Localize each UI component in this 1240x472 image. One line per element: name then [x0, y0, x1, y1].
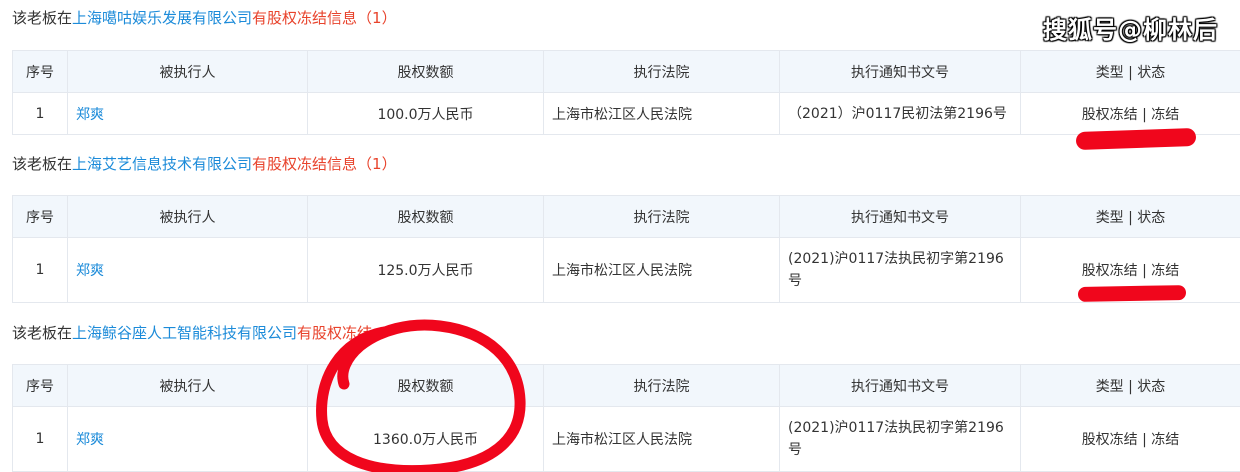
header-notice: 执行通知书文号	[779, 195, 1021, 238]
company-link[interactable]: 上海鲸谷座人工智能科技有限公司	[72, 324, 297, 342]
header-type-status: 类型 | 状态	[1020, 50, 1240, 93]
red-underline-annotation	[1077, 285, 1187, 302]
heading-count: （1）	[357, 155, 397, 173]
header-type-status: 类型 | 状态	[1020, 195, 1240, 238]
section-1-heading: 该老板在上海噶咕娱乐发展有限公司有股权冻结信息（1）	[12, 8, 397, 28]
red-underline-annotation	[1075, 127, 1197, 151]
section-2-heading: 该老板在上海艾艺信息技术有限公司有股权冻结信息（1）	[12, 154, 397, 174]
cell-court: 上海市松江区人民法院	[543, 406, 780, 472]
equity-freeze-table-3: 序号 被执行人 股权数额 执行法院 执行通知书文号 类型 | 状态 1 郑爽 1…	[12, 364, 1240, 472]
header-court: 执行法院	[543, 364, 780, 407]
header-court: 执行法院	[543, 50, 780, 93]
table-header-row: 序号 被执行人 股权数额 执行法院 执行通知书文号 类型 | 状态	[12, 364, 1240, 407]
header-amount: 股权数额	[307, 364, 544, 407]
cell-type-status: 股权冻结 | 冻结	[1020, 406, 1240, 472]
header-index: 序号	[12, 50, 68, 93]
cell-court: 上海市松江区人民法院	[543, 237, 780, 303]
cell-court: 上海市松江区人民法院	[543, 92, 780, 135]
person-link[interactable]: 郑爽	[76, 107, 104, 123]
table-row: 1 郑爽 125.0万人民币 上海市松江区人民法院 (2021)沪0117法执民…	[12, 237, 1240, 303]
cell-type-status: 股权冻结 | 冻结	[1020, 92, 1240, 135]
cell-notice: (2021)沪0117法执民初字第2196号	[779, 406, 1021, 472]
header-person: 被执行人	[67, 195, 308, 238]
person-link[interactable]: 郑爽	[76, 432, 104, 448]
company-link[interactable]: 上海噶咕娱乐发展有限公司	[72, 9, 252, 27]
heading-suffix: 有股权冻结	[297, 324, 373, 342]
heading-prefix: 该老板在	[12, 324, 73, 342]
person-link[interactable]: 郑爽	[76, 263, 104, 279]
heading-suffix: 有股权冻结信息	[252, 9, 358, 27]
table-row: 1 郑爽 100.0万人民币 上海市松江区人民法院 （2021）沪0117民初法…	[12, 92, 1240, 135]
heading-suffix: 有股权冻结信息	[252, 155, 358, 173]
section-3-heading: 该老板在上海鲸谷座人工智能科技有限公司有股权冻结	[12, 323, 372, 343]
header-index: 序号	[12, 364, 68, 407]
header-person: 被执行人	[67, 364, 308, 407]
cell-amount: 1360.0万人民币	[307, 406, 544, 472]
header-notice: 执行通知书文号	[779, 364, 1021, 407]
cell-person: 郑爽	[67, 406, 308, 472]
header-index: 序号	[12, 195, 68, 238]
cell-index: 1	[12, 406, 68, 472]
table-header-row: 序号 被执行人 股权数额 执行法院 执行通知书文号 类型 | 状态	[12, 50, 1240, 93]
heading-prefix: 该老板在	[12, 155, 73, 173]
cell-amount: 125.0万人民币	[307, 237, 544, 303]
header-type-status: 类型 | 状态	[1020, 364, 1240, 407]
header-notice: 执行通知书文号	[779, 50, 1021, 93]
company-link[interactable]: 上海艾艺信息技术有限公司	[72, 155, 252, 173]
cell-index: 1	[12, 92, 68, 135]
table-row: 1 郑爽 1360.0万人民币 上海市松江区人民法院 (2021)沪0117法执…	[12, 406, 1240, 472]
table-header-row: 序号 被执行人 股权数额 执行法院 执行通知书文号 类型 | 状态	[12, 195, 1240, 238]
header-amount: 股权数额	[307, 50, 544, 93]
cell-person: 郑爽	[67, 237, 308, 303]
heading-prefix: 该老板在	[12, 9, 73, 27]
cell-notice: （2021）沪0117民初法第2196号	[779, 92, 1021, 135]
watermark-text: 搜狐号@柳林后	[1043, 16, 1218, 44]
header-amount: 股权数额	[307, 195, 544, 238]
equity-freeze-table-1: 序号 被执行人 股权数额 执行法院 执行通知书文号 类型 | 状态 1 郑爽 1…	[12, 50, 1240, 135]
header-court: 执行法院	[543, 195, 780, 238]
equity-freeze-table-2: 序号 被执行人 股权数额 执行法院 执行通知书文号 类型 | 状态 1 郑爽 1…	[12, 195, 1240, 303]
cell-person: 郑爽	[67, 92, 308, 135]
heading-count: （1）	[357, 9, 397, 27]
cell-notice: (2021)沪0117法执民初字第2196号	[779, 237, 1021, 303]
cell-index: 1	[12, 237, 68, 303]
header-person: 被执行人	[67, 50, 308, 93]
cell-amount: 100.0万人民币	[307, 92, 544, 135]
